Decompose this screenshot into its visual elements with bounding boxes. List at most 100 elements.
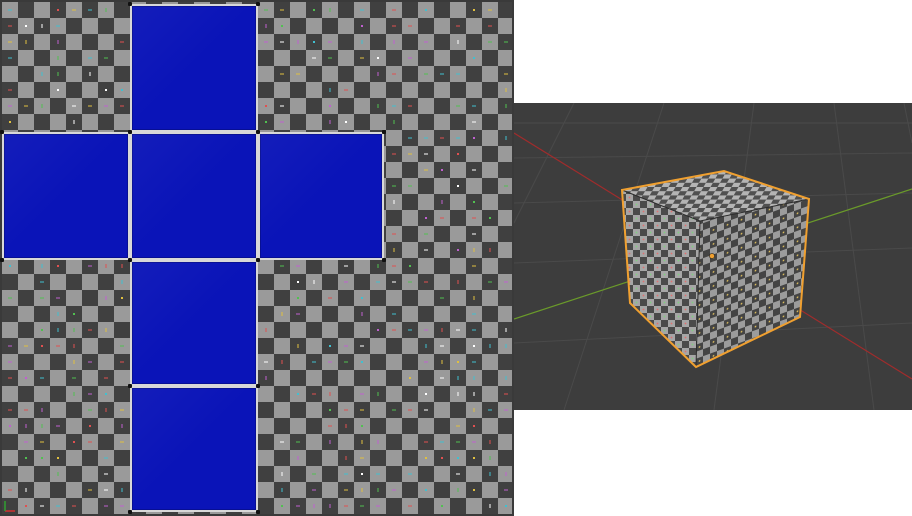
checker-marker (88, 409, 92, 411)
checker-marker (472, 217, 476, 219)
checker-marker (473, 345, 475, 347)
checker-marker (456, 25, 460, 27)
checker-marker (392, 233, 396, 235)
checker-marker (24, 345, 28, 347)
checker-marker (441, 200, 443, 204)
checker-marker (505, 136, 507, 140)
checker-marker (488, 41, 492, 43)
uv-face-bottom[interactable] (130, 260, 258, 386)
uv-vertex[interactable] (256, 510, 260, 514)
uv-face-back[interactable] (130, 386, 258, 512)
uv-vertex[interactable] (0, 130, 4, 134)
checker-marker (440, 345, 444, 347)
uv-vertex[interactable] (256, 258, 260, 262)
checker-marker (264, 9, 268, 11)
checker-marker (440, 297, 444, 299)
uv-vertex[interactable] (128, 2, 132, 6)
checker-marker (312, 361, 316, 363)
checker-marker (329, 392, 331, 396)
checker-marker (73, 360, 75, 364)
checker-marker (361, 361, 363, 363)
3d-viewport[interactable] (514, 103, 912, 410)
uv-editor-panel[interactable] (0, 0, 514, 516)
checker-marker (424, 41, 428, 43)
uv-face-front[interactable] (130, 132, 258, 260)
checker-marker (441, 328, 443, 332)
checker-marker (281, 360, 283, 364)
checker-marker (8, 105, 12, 107)
checker-marker (8, 9, 12, 11)
uv-vertex[interactable] (0, 258, 4, 262)
checker-marker (8, 25, 12, 27)
checker-marker (120, 409, 124, 411)
uv-face-top[interactable] (130, 4, 258, 132)
checker-marker (457, 40, 459, 44)
checker-marker (297, 393, 299, 395)
checker-marker (392, 409, 396, 411)
checker-marker (329, 504, 331, 508)
checker-marker (56, 425, 60, 427)
checker-marker (312, 489, 316, 491)
checker-marker (281, 488, 283, 492)
checker-marker (8, 41, 12, 43)
checker-marker (377, 264, 379, 268)
checker-marker (8, 297, 12, 299)
checker-marker (344, 281, 348, 283)
checker-marker (40, 505, 44, 507)
checker-marker (440, 377, 444, 379)
uv-vertex[interactable] (128, 384, 132, 388)
checker-marker (489, 217, 491, 219)
checker-marker (297, 297, 299, 299)
checker-marker (264, 41, 268, 43)
uv-vertex[interactable] (256, 130, 260, 134)
checker-marker (392, 185, 396, 187)
uv-vertex[interactable] (128, 510, 132, 514)
checker-marker (329, 88, 331, 92)
checker-marker (105, 8, 107, 12)
checker-marker (8, 377, 12, 379)
checker-marker (120, 41, 124, 43)
checker-marker (392, 73, 396, 75)
checker-marker (376, 281, 380, 283)
checker-marker (393, 200, 395, 204)
checker-marker (121, 264, 123, 268)
checker-marker (24, 441, 28, 443)
uv-vertex[interactable] (256, 2, 260, 6)
uv-checker-texture[interactable] (0, 2, 512, 514)
viewport-scene (514, 103, 912, 410)
checker-marker (57, 472, 59, 476)
uv-vertex[interactable] (128, 130, 132, 134)
uv-vertex[interactable] (128, 258, 132, 262)
checker-marker (360, 457, 364, 459)
checker-marker (72, 105, 76, 107)
checker-marker (72, 505, 76, 507)
checker-marker (56, 505, 60, 507)
uv-vertex[interactable] (256, 384, 260, 388)
uv-face-left[interactable] (2, 132, 130, 260)
checker-marker (73, 328, 75, 332)
checker-marker (505, 376, 507, 380)
checker-marker (40, 297, 44, 299)
checker-marker (328, 41, 332, 43)
checker-marker (329, 105, 331, 107)
checker-marker (472, 265, 476, 267)
checker-marker (104, 105, 108, 107)
checker-marker (329, 8, 331, 12)
checker-marker (328, 425, 332, 427)
checker-marker (408, 329, 412, 331)
checker-marker (456, 329, 460, 331)
checker-marker (313, 504, 315, 508)
checker-marker (424, 441, 428, 443)
checker-marker (505, 505, 507, 507)
uv-vertex[interactable] (382, 258, 386, 262)
uv-vertex[interactable] (382, 130, 386, 134)
checker-marker (105, 408, 107, 412)
checker-marker (297, 456, 299, 460)
checker-marker (393, 40, 395, 44)
uv-face-right[interactable] (258, 132, 384, 260)
checker-marker (88, 105, 92, 107)
checker-marker (313, 9, 315, 11)
checker-marker (312, 57, 316, 59)
checker-marker (425, 393, 427, 395)
checker-marker (408, 473, 412, 475)
